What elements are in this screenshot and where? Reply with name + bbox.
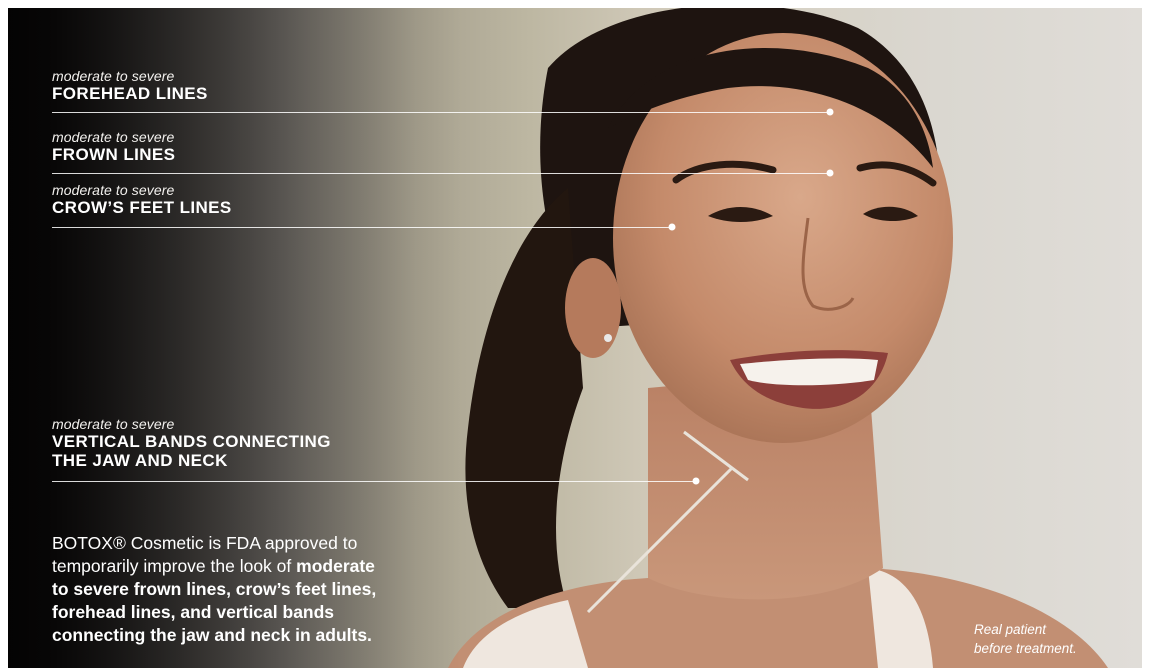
crows-feet-pointer-line [52,227,672,228]
statement-emphasis: moderate [296,556,375,576]
statement-line: connecting the jaw and neck in adults. [52,624,442,647]
crows-feet-pointer-dot [668,223,676,231]
label-frown-lines: moderate to severe FROWN LINES [52,129,175,164]
label-qualifier: moderate to severe [52,182,175,198]
statement-line: temporarily improve the look of moderate [52,555,442,578]
real-patient-note: Real patient before treatment. [974,620,1077,658]
label-neck-bands: moderate to severe VERTICAL BANDS CONNEC… [52,416,331,470]
statement-text: temporarily improve the look of [52,556,297,576]
note-line: Real patient [974,622,1047,637]
hero-banner: moderate to severe FOREHEAD LINES modera… [0,0,1150,668]
forehead-pointer-dot [826,108,834,116]
label-qualifier: moderate to severe [52,129,175,145]
forehead-pointer-line [52,112,830,113]
neck-pointer-dot [692,477,700,485]
label-title-line2: THE JAW AND NECK [52,451,228,470]
statement-line: to severe frown lines, crow’s feet lines… [52,578,442,601]
statement-emphasis: connecting the jaw and neck in adults. [52,625,372,645]
label-crows-feet-lines: moderate to severe CROW’S FEET LINES [52,182,232,217]
statement-emphasis: to severe frown lines, crow’s feet lines… [52,579,377,599]
label-title: CROW’S FEET LINES [52,198,232,217]
statement-line: BOTOX® Cosmetic is FDA approved to [52,533,358,553]
frown-pointer-dot [826,169,834,177]
frown-pointer-line [52,173,830,174]
label-qualifier: moderate to severe [52,416,175,432]
neck-pointer-line [52,481,696,482]
label-qualifier: moderate to severe [52,68,175,84]
label-title-line1: VERTICAL BANDS CONNECTING [52,432,331,451]
statement-emphasis: forehead lines, and vertical bands [52,602,335,622]
label-title: FROWN LINES [52,145,176,164]
statement-line: forehead lines, and vertical bands [52,601,442,624]
fda-approval-statement: BOTOX® Cosmetic is FDA approved to tempo… [52,532,442,647]
note-line: before treatment. [974,641,1077,656]
label-forehead-lines: moderate to severe FOREHEAD LINES [52,68,208,103]
label-title: FOREHEAD LINES [52,84,208,103]
